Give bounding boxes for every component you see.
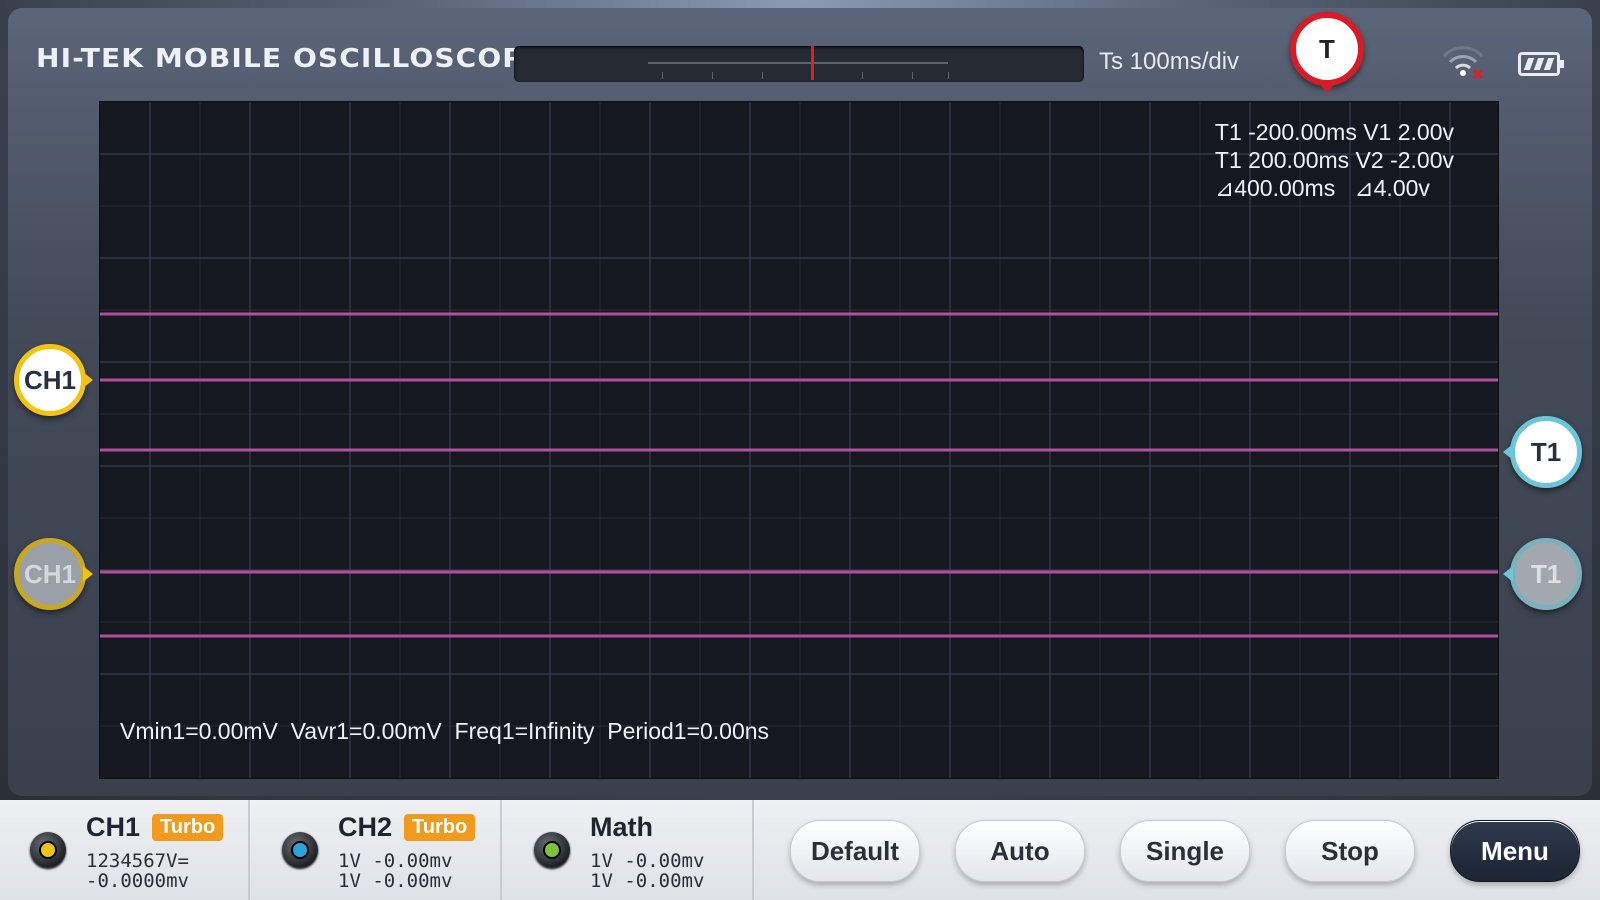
menu-button[interactable]: Menu [1450,820,1580,882]
channel-value-1: 1V -0.00mv [590,850,705,872]
channel-value-1: 1V -0.00mv [338,850,453,872]
t1-ghost-marker[interactable]: T1 [1503,538,1582,610]
battery-level-bar [1523,58,1535,70]
math-knob-icon[interactable] [534,832,570,868]
channel-name: CH2 [338,812,393,842]
channel-value-2: 1V -0.00mv [338,870,453,892]
channel-value-2: 1V -0.00mv [590,870,705,892]
cursor-measure-line2: T1 200.00ms V2 -2.00v [1214,147,1454,173]
cursor-measure-delta: ⊿400.00ms ⊿4.00v [1214,175,1430,201]
app-title: HI-TEK MOBILE OSCILLOSCOPE [36,44,545,74]
battery-level-bar [1543,58,1555,70]
waveform-display[interactable]: T1 -200.00ms V1 2.00v T1 200.00ms V2 -2.… [100,102,1498,778]
t1-trigger-marker[interactable]: T1 [1503,416,1582,488]
timebase-readout[interactable]: Ts 100ms/div [1099,48,1239,76]
ch1-level-marker[interactable]: CH1 [14,344,93,416]
channel-name: CH1 [86,812,141,842]
channel-value-2: -0.0000mv [86,870,189,892]
battery-level-bar [1533,58,1545,70]
channel-panel-ch1[interactable]: CH1 Turbo 1234567V= -0.0000mv [0,800,250,900]
ch2-color-dot [291,841,309,859]
ch2-knob-icon[interactable] [282,832,318,868]
time-position-bar[interactable] [514,46,1084,82]
default-button[interactable]: Default [790,820,920,882]
turbo-badge[interactable]: Turbo [152,814,224,841]
time-track [648,62,948,64]
channel-name: Math [590,812,653,842]
ch1-knob-icon[interactable] [30,832,66,868]
auto-button[interactable]: Auto [955,820,1085,882]
time-tick [712,72,713,79]
channel-panel-ch2[interactable]: CH2 Turbo 1V -0.00mv 1V -0.00mv [252,800,502,900]
cursor-measurements: T1 -200.00ms V1 2.00v T1 200.00ms V2 -2.… [1215,118,1454,202]
ch1-color-dot [39,841,57,859]
time-tick [862,72,863,79]
battery-icon [1518,52,1564,76]
time-tick [912,72,913,79]
signal-statistics: Vmin1=0.00mV Vavr1=0.00mV Freq1=Infinity… [120,718,770,744]
time-tick [948,72,949,79]
control-bar: CH1 Turbo 1234567V= -0.0000mv CH2 Turbo … [0,800,1600,900]
channel-value-1: 1234567V= [86,850,189,872]
trigger-time-marker[interactable] [811,46,814,80]
wifi-disconnected-icon[interactable] [1440,42,1486,82]
time-tick [662,72,663,79]
channel-panel-math[interactable]: Math 1V -0.00mv 1V -0.00mv [504,800,754,900]
time-tick [762,72,763,79]
trigger-button[interactable]: T [1290,12,1364,93]
ch1-offset-marker[interactable]: CH1 [14,538,93,610]
stop-button[interactable]: Stop [1285,820,1415,882]
math-color-dot [543,841,561,859]
grid-and-traces [100,102,1498,778]
cursor-measure-line1: T1 -200.00ms V1 2.00v [1214,119,1454,145]
turbo-badge[interactable]: Turbo [404,814,476,841]
single-button[interactable]: Single [1120,820,1250,882]
